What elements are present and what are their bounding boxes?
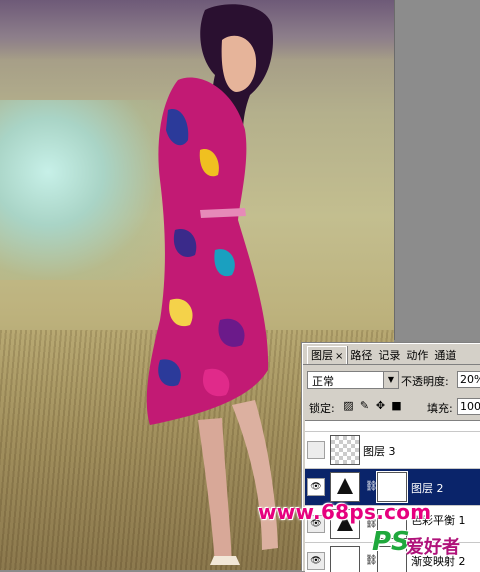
- blend-opacity-row: 正常 ▼ 不透明度: 20%: [305, 370, 480, 390]
- close-tab-icon[interactable]: ×: [335, 351, 343, 362]
- layer-mask-thumbnail[interactable]: [376, 471, 408, 503]
- watermark-cn: 爱好者: [406, 537, 460, 558]
- watermark-badge: PS 爱好者: [372, 527, 476, 567]
- tab-channels[interactable]: 通道: [431, 347, 459, 364]
- lock-move-icon[interactable]: ✥: [375, 399, 386, 412]
- watermark-url: www.68ps.com: [258, 500, 432, 524]
- lock-brush-icon[interactable]: ✎: [359, 399, 370, 412]
- blend-mode-select[interactable]: 正常 ▼: [307, 371, 399, 389]
- tab-channels-label: 通道: [434, 349, 457, 362]
- lock-icons: ▨ ✎ ✥ ■: [343, 399, 402, 412]
- tab-history-label: 记录: [378, 349, 401, 362]
- lock-fill-row: 锁定: ▨ ✎ ✥ ■ 填充: 100%: [305, 396, 480, 416]
- opacity-input[interactable]: 20%: [457, 371, 480, 388]
- workspace-gray-area: [394, 0, 480, 340]
- tab-layers[interactable]: 图层 ×: [307, 346, 348, 364]
- tab-paths[interactable]: 路径: [347, 347, 375, 364]
- watermark-ps: PS: [372, 527, 410, 557]
- tab-actions-label: 动作: [406, 349, 429, 362]
- layer-thumbnail: [330, 435, 360, 465]
- visibility-toggle-empty[interactable]: [307, 441, 325, 459]
- adjustment-thumbnail: [330, 546, 360, 572]
- eye-icon[interactable]: 👁: [307, 478, 325, 496]
- dropdown-arrow-icon[interactable]: ▼: [383, 372, 398, 388]
- layer-name: 图层 3: [363, 445, 396, 458]
- chain-link-icon[interactable]: ⛓: [365, 481, 378, 492]
- layer-thumbnail: [330, 472, 360, 502]
- lock-label: 锁定:: [309, 402, 335, 415]
- eye-icon[interactable]: 👁: [307, 552, 325, 570]
- panel-tabs: 图层 × 路径 记录 动作 通道: [303, 344, 480, 365]
- blend-mode-value: 正常: [312, 375, 334, 388]
- lock-transparent-icon[interactable]: ▨: [343, 399, 354, 412]
- layer-row-partial[interactable]: [305, 421, 480, 432]
- layer-row[interactable]: 图层 3: [305, 432, 480, 469]
- tab-history[interactable]: 记录: [375, 347, 403, 364]
- tab-actions[interactable]: 动作: [403, 347, 431, 364]
- opacity-label: 不透明度:: [401, 375, 449, 388]
- layer-name: 图层 2: [411, 482, 444, 495]
- tab-paths-label: 路径: [350, 349, 373, 362]
- lock-all-icon[interactable]: ■: [391, 399, 402, 412]
- tab-layers-label: 图层: [311, 349, 333, 362]
- fill-input[interactable]: 100%: [457, 398, 480, 415]
- fill-label: 填充:: [427, 402, 453, 415]
